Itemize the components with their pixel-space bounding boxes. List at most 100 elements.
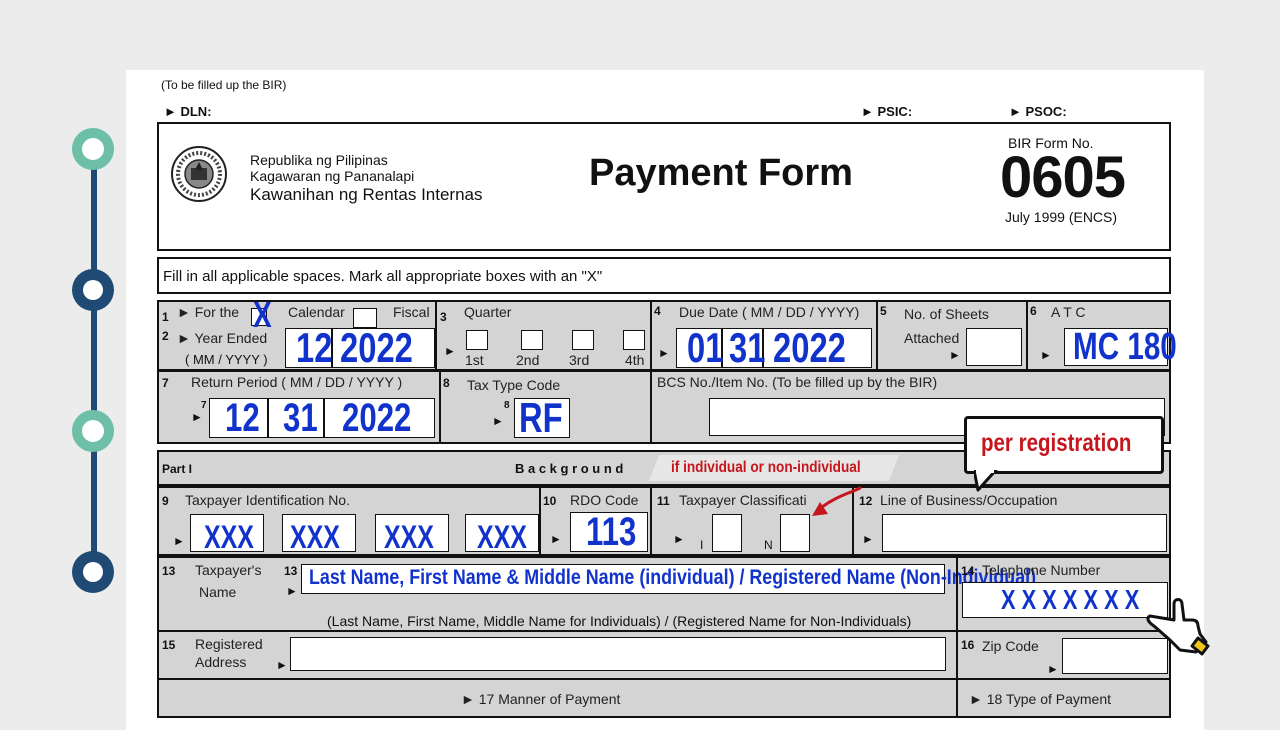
class-i-label: I	[700, 538, 704, 552]
divider	[956, 680, 958, 716]
form-sheet: (To be filled up the BIR) ► DLN: ► PSIC:…	[126, 70, 1210, 730]
row-address: 15 Registered Address ► 16 Zip Code ►	[157, 630, 1171, 680]
timeline-dot-4	[72, 551, 114, 593]
field-number: 7	[162, 376, 169, 390]
tin-value-4: XXX	[477, 519, 527, 555]
arrow-marker: ►	[444, 344, 456, 358]
rdo-label: RDO Code	[570, 492, 639, 508]
divider	[267, 399, 269, 437]
divider	[323, 399, 325, 437]
quarter-1st-checkbox[interactable]	[466, 330, 488, 350]
field-number: 1	[162, 310, 169, 324]
divider	[956, 632, 958, 678]
field-number: 6	[1030, 304, 1037, 318]
arrow-marker: ►	[276, 658, 288, 672]
divider	[650, 302, 652, 369]
year-ended-label: ► Year Ended	[177, 330, 268, 346]
field-number: 7	[201, 400, 207, 411]
class-nonindividual-box[interactable]	[780, 514, 810, 552]
name-label-2: Name	[199, 584, 237, 600]
mm-yyyy-label: ( MM / YYYY )	[185, 352, 268, 367]
rp-mm-value: 12	[225, 396, 260, 440]
tin-label: Taxpayer Identification No.	[185, 492, 350, 508]
arrow-marker: ►	[286, 584, 298, 598]
quarter-label: Quarter	[464, 304, 512, 320]
arrow-marker: ►	[1040, 348, 1052, 362]
field-number: 15	[162, 638, 176, 652]
sheets-label: No. of Sheets	[904, 306, 989, 322]
tin-value-3: XXX	[384, 519, 434, 555]
agency-line-1: Republika ng Pilipinas	[250, 152, 388, 168]
dln-label: ► DLN:	[164, 104, 212, 119]
lob-field[interactable]	[882, 514, 1167, 552]
name-hint: (Last Name, First Name, Middle Name for …	[327, 613, 912, 629]
arrow-marker: ►	[658, 346, 670, 360]
divider	[650, 488, 652, 554]
due-dd-value: 31	[729, 324, 766, 371]
title-block: Republika ng Pilipinas Kagawaran ng Pana…	[157, 122, 1171, 251]
quarter-2nd-label: 2nd	[516, 352, 540, 368]
divider	[956, 558, 958, 630]
arrow-marker: ►	[1047, 662, 1059, 676]
zip-label: Zip Code	[982, 638, 1039, 654]
telephone-value: X X X X X X X	[1001, 584, 1140, 615]
class-individual-box[interactable]	[712, 514, 742, 552]
year-month-value: 12	[296, 324, 333, 371]
divider	[876, 302, 878, 369]
tin-value-2: XXX	[290, 519, 340, 555]
row-tin: 9 Taxpayer Identification No. ► XXX XXX …	[157, 486, 1171, 556]
field-number: 14	[961, 564, 975, 578]
registered-address-field[interactable]	[290, 637, 946, 671]
quarter-3rd-checkbox[interactable]	[572, 330, 594, 350]
quarter-1st-label: 1st	[465, 352, 484, 368]
telephone-label: Telephone Number	[982, 562, 1101, 578]
arrow-marker: ►	[862, 532, 874, 546]
quarter-4th-label: 4th	[625, 352, 645, 368]
field-number: 10	[543, 494, 557, 508]
field-number: 3	[440, 310, 447, 324]
sheets-attached-field[interactable]	[966, 328, 1022, 366]
name-label-1: Taxpayer's	[195, 562, 262, 578]
red-arrow-icon	[812, 486, 862, 516]
field-number: 5	[880, 304, 887, 318]
for-the-label: ► For the	[177, 304, 240, 320]
pointing-hand-icon	[1146, 598, 1210, 656]
attached-label: Attached	[904, 330, 960, 346]
fill-note: (To be filled up the BIR)	[161, 78, 287, 92]
type-of-payment-label: ► 18 Type of Payment	[969, 691, 1112, 707]
callout-tail	[974, 470, 998, 492]
due-date-label: Due Date ( MM / DD / YYYY)	[679, 304, 860, 320]
instruction-bar: Fill in all applicable spaces. Mark all …	[157, 257, 1171, 294]
manner-of-payment-label: ► 17 Manner of Payment	[461, 691, 621, 707]
form-date: July 1999 (ENCS)	[1005, 209, 1118, 225]
due-mm-value: 01	[687, 324, 724, 371]
bir-seal-icon	[171, 146, 227, 202]
quarter-2nd-checkbox[interactable]	[521, 330, 543, 350]
background-label: B a c k g r o u n d	[515, 461, 624, 476]
field-number: 13	[162, 564, 176, 578]
timeline-dot-3	[72, 410, 114, 452]
divider	[650, 372, 652, 442]
quarter-3rd-label: 3rd	[569, 352, 590, 368]
psoc-label: ► PSOC:	[1009, 104, 1067, 119]
due-yyyy-value: 2022	[773, 324, 846, 371]
field-number: 2	[162, 329, 169, 343]
field-number: 11	[657, 494, 670, 508]
row-1: 1 ► For the X Calendar Fiscal 2 ► Year E…	[157, 294, 1177, 371]
arrow-marker: ►	[550, 532, 562, 546]
address-label-2: Address	[195, 654, 247, 670]
quarter-4th-checkbox[interactable]	[623, 330, 645, 350]
tax-type-value: RF	[519, 394, 563, 441]
timeline-decoration	[70, 120, 118, 600]
timeline-line	[91, 142, 97, 572]
row-name: 13 Taxpayer's Name 13 ► Last Name, First…	[157, 556, 1171, 632]
atc-value: MC 180	[1073, 326, 1177, 368]
divider	[1026, 302, 1028, 369]
tin-value-1: XXX	[204, 519, 254, 555]
return-period-label: Return Period ( MM / DD / YYYY )	[191, 374, 403, 390]
callout-text: per registration	[981, 429, 1132, 457]
form-title: Payment Form	[589, 152, 853, 194]
fiscal-label: Fiscal	[393, 304, 430, 320]
field-number: 13	[284, 564, 298, 578]
annotation-banner-text: if individual or non-individual	[671, 459, 861, 476]
